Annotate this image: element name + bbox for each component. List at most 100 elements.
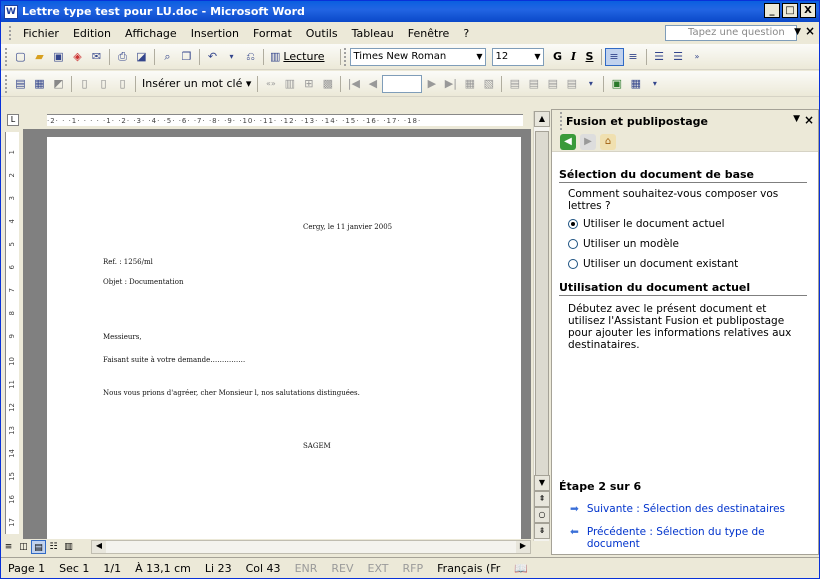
- last-record-icon[interactable]: ▶|: [441, 75, 460, 93]
- menu-format[interactable]: Format: [246, 27, 299, 40]
- open-folder-icon[interactable]: ▰: [30, 48, 49, 66]
- status-overtype[interactable]: RFP: [396, 562, 431, 575]
- email-icon[interactable]: ✉: [87, 48, 106, 66]
- menu-fenetre[interactable]: Fenêtre: [401, 27, 457, 40]
- find-entry-icon[interactable]: ▦: [460, 75, 479, 93]
- merge-email-icon[interactable]: ▤: [543, 75, 562, 93]
- word-app-icon[interactable]: W: [4, 4, 18, 19]
- maximize-button[interactable]: □: [782, 3, 798, 18]
- copy-icon[interactable]: ❐: [177, 48, 196, 66]
- scroll-down-icon[interactable]: ▼: [534, 475, 550, 491]
- font-dropdown-icon[interactable]: ▼: [476, 49, 482, 65]
- highlight-fields-icon[interactable]: ▥: [280, 75, 299, 93]
- previous-record-icon[interactable]: ◀: [363, 75, 382, 93]
- research-icon[interactable]: ⌕: [158, 48, 177, 66]
- previous-step-link[interactable]: ⬅ Précédente : Sélection du type de docum…: [570, 526, 818, 550]
- status-track-changes[interactable]: REV: [324, 562, 360, 575]
- close-document-icon[interactable]: ×: [805, 24, 815, 38]
- browse-object-icon[interactable]: ○: [534, 507, 550, 523]
- print-layout-icon[interactable]: ▤: [31, 540, 46, 554]
- question-input[interactable]: Tapez une question: [665, 25, 797, 41]
- forward-icon[interactable]: ▶: [580, 133, 596, 150]
- document-page[interactable]: Cergy, le 11 janvier 2005 Ref. : 1256/ml…: [47, 137, 521, 539]
- print-preview-icon[interactable]: ◪: [132, 48, 151, 66]
- vertical-ruler[interactable]: 1 2 3 4 5 6 7 8 9 10 11 12 13 14 15 16 1…: [5, 132, 19, 534]
- insert-merge-field-icon[interactable]: ▯: [113, 75, 132, 93]
- horizontal-scrollbar[interactable]: ◀ ▶: [91, 540, 531, 554]
- toolbar2-grip[interactable]: [5, 74, 8, 93]
- minimize-button[interactable]: _: [764, 3, 780, 18]
- toolbar-grip[interactable]: [5, 47, 8, 66]
- formatting-toolbar-grip[interactable]: [343, 47, 347, 66]
- record-counter-icon[interactable]: ▦: [626, 75, 645, 93]
- underline-button[interactable]: S: [582, 50, 598, 63]
- merge-fax-icon[interactable]: ▤: [562, 75, 581, 93]
- match-fields-icon[interactable]: ⊞: [299, 75, 318, 93]
- menu-grip[interactable]: [9, 26, 12, 40]
- menu-insertion[interactable]: Insertion: [184, 27, 246, 40]
- menu-affichage[interactable]: Affichage: [118, 27, 184, 40]
- next-record-icon[interactable]: ▶: [422, 75, 441, 93]
- open-data-source-icon[interactable]: ▦: [30, 75, 49, 93]
- scroll-left-icon[interactable]: ◀: [92, 541, 106, 553]
- pane-grip[interactable]: [560, 112, 563, 130]
- reading-view-icon[interactable]: ▥: [61, 540, 76, 554]
- font-name-combo[interactable]: Times New Roman ▼: [349, 47, 486, 66]
- menu-fichier[interactable]: Fichier: [16, 27, 66, 40]
- propagate-labels-icon[interactable]: ▩: [318, 75, 337, 93]
- menu-edition[interactable]: Edition: [66, 27, 118, 40]
- next-page-icon[interactable]: ⇟: [534, 523, 550, 539]
- toolbar2-options-icon[interactable]: ▾: [581, 75, 600, 93]
- size-dropdown-icon[interactable]: ▼: [534, 49, 540, 65]
- close-button[interactable]: X: [800, 3, 816, 18]
- numbering-icon[interactable]: ☰: [650, 48, 669, 66]
- mail-merge-pane-icon[interactable]: ▣: [607, 75, 626, 93]
- menu-help[interactable]: ?: [456, 27, 476, 40]
- bold-button[interactable]: G: [550, 50, 566, 63]
- new-document-icon[interactable]: ▢: [11, 48, 30, 66]
- merge-new-document-icon[interactable]: ▤: [505, 75, 524, 93]
- merge-printer-icon[interactable]: ▤: [524, 75, 543, 93]
- toolbar2-more-icon[interactable]: ▾: [645, 75, 664, 93]
- option-existing-document[interactable]: Utiliser un document existant: [568, 258, 738, 270]
- spelling-status-icon[interactable]: 📖: [507, 562, 535, 575]
- menu-tableau[interactable]: Tableau: [345, 27, 401, 40]
- back-icon[interactable]: ◀: [560, 133, 576, 150]
- horizontal-ruler[interactable]: L ·2· · ·1· · · · ·1· ·2· ·3· ·4· ·5· ·6…: [1, 111, 532, 129]
- insert-hyperlink-icon[interactable]: ⎌: [241, 48, 260, 66]
- status-extend[interactable]: EXT: [361, 562, 396, 575]
- status-record-macro[interactable]: ENR: [288, 562, 325, 575]
- insert-address-block-icon[interactable]: ▯: [75, 75, 94, 93]
- option-current-document[interactable]: Utiliser le document actuel: [568, 218, 725, 230]
- view-merged-data-icon[interactable]: «»: [261, 75, 280, 93]
- insert-greeting-icon[interactable]: ▯: [94, 75, 113, 93]
- pane-close-icon[interactable]: ×: [804, 113, 814, 127]
- reading-layout-button[interactable]: ▥ Lecture: [267, 50, 328, 63]
- next-step-link[interactable]: ➡ Suivante : Sélection des destinataires: [570, 503, 785, 515]
- italic-button[interactable]: I: [566, 50, 582, 63]
- save-icon[interactable]: ▣: [49, 48, 68, 66]
- outline-view-icon[interactable]: ☷: [46, 540, 61, 554]
- font-size-combo[interactable]: 12 ▼: [491, 47, 544, 66]
- radio-icon[interactable]: [568, 259, 578, 269]
- main-document-setup-icon[interactable]: ▤: [11, 75, 30, 93]
- scroll-right-icon[interactable]: ▶: [516, 541, 530, 553]
- permission-icon[interactable]: ◈: [68, 48, 87, 66]
- recipients-icon[interactable]: ◩: [49, 75, 68, 93]
- scroll-up-icon[interactable]: ▲: [534, 111, 550, 127]
- web-view-icon[interactable]: ◫: [16, 540, 31, 554]
- tab-selector-icon[interactable]: L: [7, 114, 19, 126]
- bullets-icon[interactable]: ☰: [669, 48, 688, 66]
- scroll-thumb[interactable]: [535, 131, 549, 487]
- align-center-icon[interactable]: ≡: [624, 48, 643, 66]
- previous-page-icon[interactable]: ⇞: [534, 491, 550, 507]
- radio-icon[interactable]: [568, 239, 578, 249]
- option-template[interactable]: Utiliser un modèle: [568, 238, 679, 250]
- radio-selected-icon[interactable]: [568, 219, 578, 229]
- check-errors-icon[interactable]: ▧: [479, 75, 498, 93]
- record-number-input[interactable]: [382, 74, 423, 93]
- question-dropdown-icon[interactable]: ▼: [794, 27, 801, 37]
- document-area[interactable]: Cergy, le 11 janvier 2005 Ref. : 1256/ml…: [23, 129, 531, 539]
- first-record-icon[interactable]: |◀: [344, 75, 363, 93]
- insert-word-field-button[interactable]: Insérer un mot clé ▾: [139, 77, 254, 90]
